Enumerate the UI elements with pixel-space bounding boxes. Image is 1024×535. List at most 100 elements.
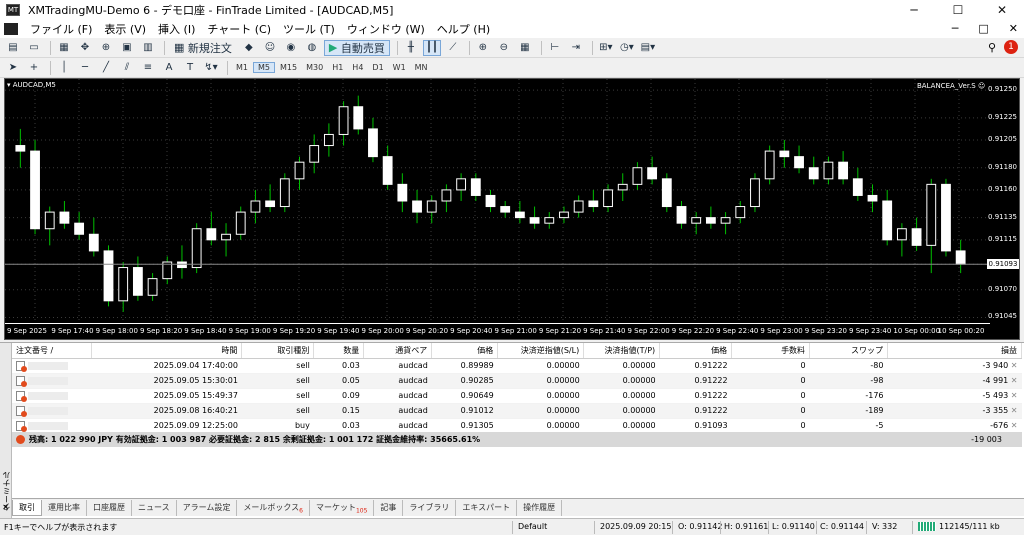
menu-tools[interactable]: ツール (T) [277,21,341,37]
tab-9[interactable]: エキスパート [456,499,518,516]
tab-1[interactable]: 運用比率 [42,499,87,516]
y-tick-label: 0.91160 [988,184,1017,193]
close-order-icon[interactable]: ✕ [1011,406,1018,415]
timeframe-h1[interactable]: H1 [328,63,347,72]
candlestick-plot[interactable] [5,79,990,323]
col-commission[interactable]: 手数料 [731,343,811,359]
table-row[interactable]: 2025.09.08 16:40:21 sell 0.15 audcad 0.91012… [12,403,1022,419]
menu-file[interactable]: ファイル (F) [24,21,98,37]
tester-icon[interactable]: ▥ [139,40,157,56]
chart-shift-icon[interactable]: ⊢ [546,40,564,56]
col-swap[interactable]: スワップ [809,343,888,359]
tab-6[interactable]: マーケット105 [310,499,375,516]
timeframe-m5[interactable]: M5 [253,62,275,73]
col-sl[interactable]: 決済逆指値(S/L) [497,343,585,359]
tab-7[interactable]: 記事 [374,499,404,516]
menu-view[interactable]: 表示 (V) [98,21,152,37]
tab-4[interactable]: アラーム設定 [177,499,238,516]
new-order-button[interactable]: ▦ 新規注文 [169,40,237,56]
price-chart[interactable]: ▾ AUDCAD,M5 BALANCEA_Ver.S ☺ 0.91250 0.91… [4,78,1020,340]
crosshair-icon[interactable]: + [25,60,43,76]
auto-trade-button[interactable]: ▶ 自動売買 [323,39,390,56]
tab-5[interactable]: メールボックス6 [237,499,310,516]
text-icon[interactable]: A [160,60,178,76]
col-order[interactable]: 注文番号 / [12,343,93,359]
close-button[interactable]: ✕ [980,0,1024,20]
col-price[interactable]: 価格 [431,343,499,359]
col-time[interactable]: 時間 [91,343,243,359]
periods-icon[interactable]: ◷▾ [618,40,636,56]
metaeditor-icon[interactable]: ◆ [240,40,258,56]
close-order-icon[interactable]: ✕ [1011,376,1018,385]
current-price-cell: 0.91093 [659,418,732,434]
timeframe-m1[interactable]: M1 [232,63,252,72]
data-window-icon[interactable]: ⊕ [97,40,115,56]
col-symbol[interactable]: 通貨ペア [363,343,433,359]
close-order-icon[interactable]: ✕ [1011,391,1018,400]
timeframe-d1[interactable]: D1 [368,63,387,72]
menu-window[interactable]: ウィンドウ (W) [341,21,431,37]
trendline-icon[interactable]: ╱ [97,60,115,76]
menu-chart[interactable]: チャート (C) [201,21,277,37]
menu-help[interactable]: ヘルプ (H) [431,21,496,37]
timeframe-h4[interactable]: H4 [348,63,367,72]
timeframe-mn[interactable]: MN [411,63,432,72]
timeframe-w1[interactable]: W1 [389,63,410,72]
terminal-icon[interactable]: ▣ [118,40,136,56]
child-minimize-button[interactable]: ─ [952,20,959,38]
navigator-icon[interactable]: ✥ [76,40,94,56]
auto-scroll-icon[interactable]: ⇥ [567,40,585,56]
close-order-icon[interactable]: ✕ [1011,361,1018,370]
tile-windows-icon[interactable]: ▦ [516,40,534,56]
close-order-icon[interactable]: ✕ [1011,421,1018,430]
child-close-button[interactable]: ✕ [1009,20,1018,38]
tab-0[interactable]: 取引 [12,499,42,516]
timeframe-m30[interactable]: M30 [302,63,327,72]
line-chart-icon[interactable]: ⟋ [444,40,462,56]
fibonacci-icon[interactable]: ≡ [139,60,157,76]
equidistant-channel-icon[interactable]: ⫽ [118,60,136,76]
search-icon[interactable]: ⚲ [988,41,996,54]
notification-badge[interactable]: 1 [1004,40,1018,54]
minimize-button[interactable]: ─ [892,0,936,20]
maximize-button[interactable]: ☐ [936,0,980,20]
table-row[interactable]: 2025.09.04 17:40:00 sell 0.03 audcad 0.89989… [12,358,1022,374]
total-profit: -19 003 [971,435,1002,444]
zoom-out-icon[interactable]: ⊖ [495,40,513,56]
col-tp[interactable]: 決済指値(T/P) [583,343,661,359]
horizontal-line-icon[interactable]: ─ [76,60,94,76]
cursor-icon[interactable]: ➤ [4,60,22,76]
col-current-price[interactable]: 価格 [659,343,733,359]
tab-2[interactable]: 口座履歴 [87,499,132,516]
market-icon[interactable]: ◉ [282,40,300,56]
col-profit[interactable]: 損益 [887,343,1022,359]
tab-10[interactable]: 操作履歴 [517,499,563,516]
table-row[interactable]: 2025.09.09 12:25:00 buy 0.03 audcad 0.91305 0… [12,418,1022,434]
vps-icon[interactable]: ◍ [303,40,321,56]
profiles-icon[interactable]: ▭ [25,40,43,56]
tab-3[interactable]: ニュース [132,499,177,516]
status-traffic[interactable]: 112145/111 kb [918,522,1000,531]
arrows-icon[interactable]: ↯▾ [202,60,220,76]
vertical-line-icon[interactable]: │ [55,60,73,76]
table-row[interactable]: 2025.09.05 15:49:37 sell 0.09 audcad 0.90649… [12,388,1022,404]
commission-cell: 0 [731,373,810,389]
indicators-icon[interactable]: ⊞▾ [597,40,615,56]
menu-insert[interactable]: 挿入 (I) [152,21,201,37]
child-restore-button[interactable]: □ [978,20,988,38]
timeframe-m15[interactable]: M15 [276,63,301,72]
col-type[interactable]: 取引種別 [241,343,315,359]
chart-window-icon[interactable] [4,23,18,35]
templates-icon[interactable]: ▤▾ [639,40,657,56]
col-volume[interactable]: 数量 [313,343,365,359]
order-id [28,376,68,385]
table-row[interactable]: 2025.09.05 15:30:01 sell 0.05 audcad 0.90285… [12,373,1022,389]
new-chart-icon[interactable]: ▤ [4,40,22,56]
tab-8[interactable]: ライブラリ [403,499,457,516]
candlestick-icon[interactable]: ┃┃ [422,39,441,56]
zoom-in-icon[interactable]: ⊕ [474,40,492,56]
bar-chart-icon[interactable]: ╫ [402,40,420,56]
text-label-icon[interactable]: T [181,60,199,76]
market-watch-icon[interactable]: ▦ [55,40,73,56]
signals-icon[interactable]: ☺ [261,40,279,56]
